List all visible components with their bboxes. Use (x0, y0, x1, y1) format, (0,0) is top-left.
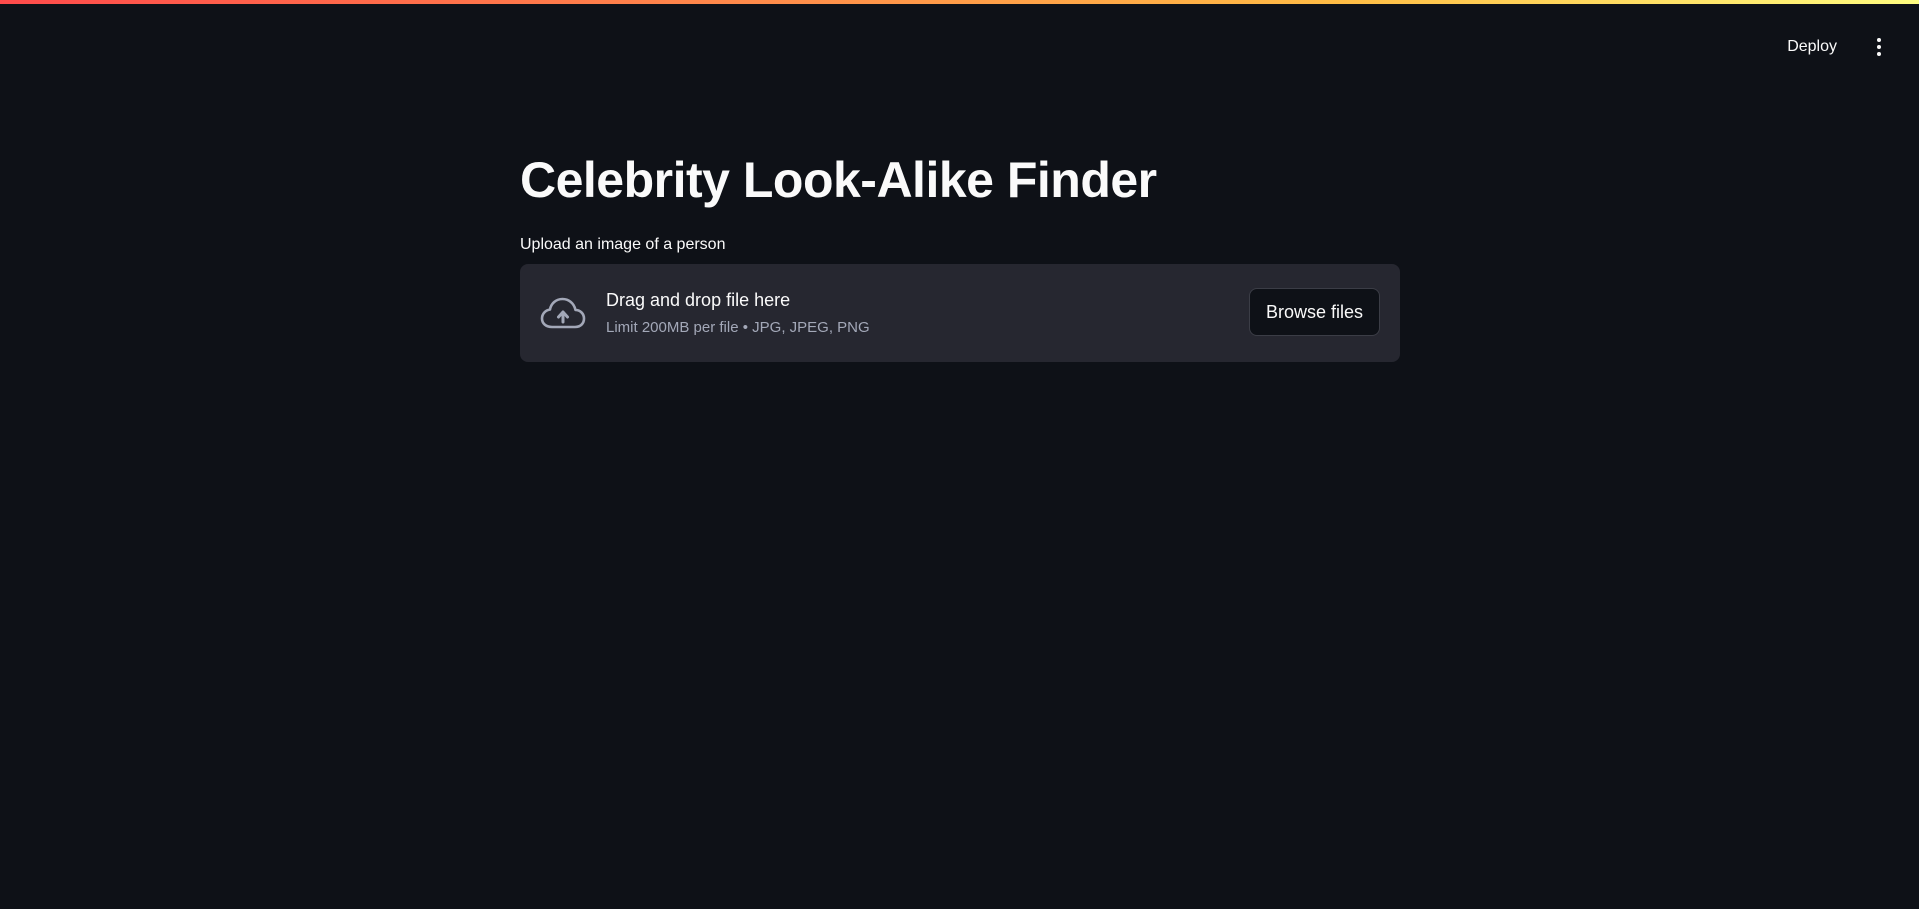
dropzone-limits: Limit 200MB per file • JPG, JPEG, PNG (606, 319, 870, 336)
dropzone-title: Drag and drop file here (606, 290, 791, 310)
main-content: Celebrity Look-Alike Finder Upload an im… (520, 140, 1400, 362)
file-uploader-label: Upload an image of a person (520, 236, 726, 253)
vertical-dots-icon-dot (1877, 45, 1881, 49)
dropzone-instructions: Drag and drop file here Limit 200MB per … (606, 288, 870, 338)
file-dropzone[interactable]: Drag and drop file here Limit 200MB per … (520, 264, 1400, 362)
cloud-upload-icon (540, 297, 586, 329)
browse-files-button[interactable]: Browse files (1248, 288, 1380, 336)
page-title: Celebrity Look-Alike Finder (520, 152, 1157, 208)
deploy-button[interactable]: Deploy (1775, 30, 1849, 64)
main-menu-button[interactable] (1869, 34, 1889, 60)
vertical-dots-icon (1877, 38, 1881, 42)
app-header: Deploy (0, 0, 1919, 60)
vertical-dots-icon-dot (1877, 52, 1881, 56)
